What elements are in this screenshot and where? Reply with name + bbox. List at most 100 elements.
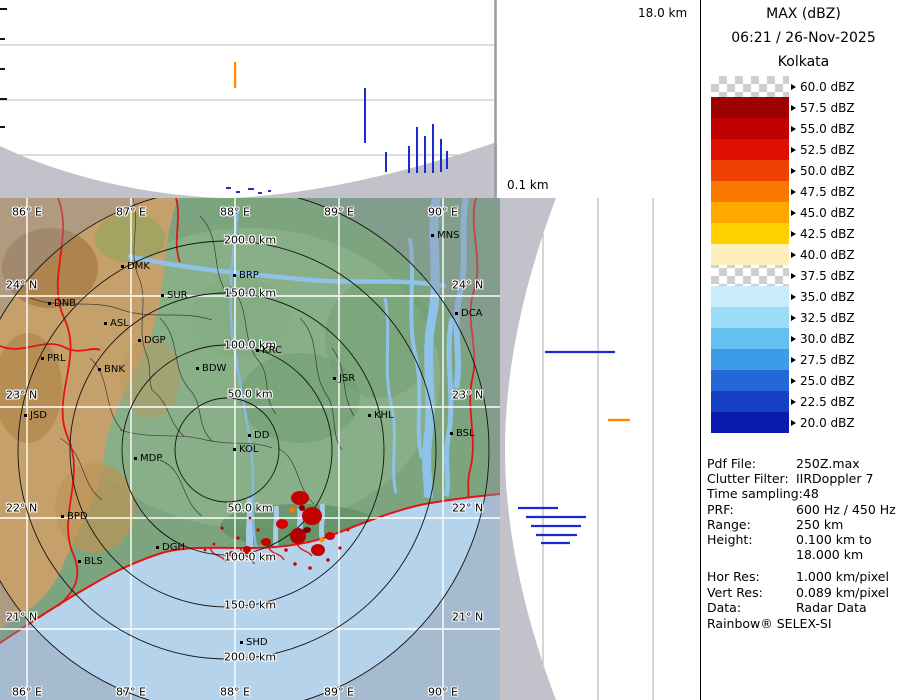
arrow-icon — [791, 252, 796, 258]
radar-display: 18.0 km 0.1 km — [0, 0, 906, 700]
legend-entry-label: 52.5 dBZ — [800, 143, 855, 157]
legend-entry: 25.0 dBZ — [791, 370, 855, 391]
info-key: Height: — [707, 532, 796, 547]
arrow-icon — [791, 147, 796, 153]
arrow-icon — [791, 294, 796, 300]
legend-entry: 55.0 dBZ — [791, 118, 855, 139]
info-rows: Pdf File:250Z.maxClutter Filter:IIRDoppl… — [707, 456, 903, 615]
legend-entry: 47.5 dBZ — [791, 181, 855, 202]
info-row: Height:0.100 km to — [707, 532, 903, 547]
info-value: Radar Data — [796, 600, 867, 615]
legend-entry: 40.0 dBZ — [791, 244, 855, 265]
top-projection-graphic — [0, 0, 497, 198]
legend-entry: 57.5 dBZ — [791, 97, 855, 118]
arrow-icon — [791, 210, 796, 216]
radar-map-graphic — [0, 198, 500, 700]
legend-entry: 35.0 dBZ — [791, 286, 855, 307]
info-value: 250Z.max — [796, 456, 860, 471]
right-projection-panel — [500, 198, 700, 700]
legend-swatch-column — [711, 76, 789, 433]
info-value: IIRDoppler 7 — [796, 471, 873, 486]
legend-entry-label: 40.0 dBZ — [800, 248, 855, 262]
info-key: Data: — [707, 600, 796, 615]
info-value: 0.089 km/pixel — [796, 585, 889, 600]
legend-swatch — [711, 265, 789, 286]
legend-entry: 52.5 dBZ — [791, 139, 855, 160]
legend-swatch — [711, 223, 789, 244]
info-key: Clutter Filter: — [707, 471, 796, 486]
legend-entry-label: 27.5 dBZ — [800, 353, 855, 367]
echo-column-orange — [234, 62, 236, 88]
arrow-icon — [791, 420, 796, 426]
legend-swatch — [711, 76, 789, 97]
arrow-icon — [791, 273, 796, 279]
arrow-icon — [791, 336, 796, 342]
info-key: PRF: — [707, 502, 796, 517]
map-panel: 86° E86° E87° E87° E88° E88° E89° E89° E… — [0, 198, 500, 700]
legend-entry-label: 22.5 dBZ — [800, 395, 855, 409]
legend-swatch — [711, 244, 789, 265]
info-value: 0.100 km to — [796, 532, 872, 547]
arrow-icon — [791, 357, 796, 363]
arrow-icon — [791, 168, 796, 174]
info-key: Range: — [707, 517, 796, 532]
arrow-icon — [791, 126, 796, 132]
legend-swatch — [711, 328, 789, 349]
brand-line: Rainbow® SELEX-SI — [707, 616, 832, 631]
arrow-icon — [791, 315, 796, 321]
arrow-icon — [791, 84, 796, 90]
legend-entry: 30.0 dBZ — [791, 328, 855, 349]
height-min-label: 0.1 km — [507, 178, 549, 192]
arrow-icon — [791, 105, 796, 111]
legend-swatch — [711, 139, 789, 160]
legend-entry: 60.0 dBZ — [791, 76, 855, 97]
legend-swatch — [711, 118, 789, 139]
legend-entry-label: 20.0 dBZ — [800, 416, 855, 430]
legend-entry: 22.5 dBZ — [791, 391, 855, 412]
height-max-label: 18.0 km — [638, 6, 687, 20]
legend-entry: 27.5 dBZ — [791, 349, 855, 370]
legend-entry-label: 25.0 dBZ — [800, 374, 855, 388]
legend-swatch — [711, 370, 789, 391]
arrow-icon — [791, 378, 796, 384]
legend-entry: 32.5 dBZ — [791, 307, 855, 328]
legend-entry-label: 50.0 dBZ — [800, 164, 855, 178]
legend-entry: 45.0 dBZ — [791, 202, 855, 223]
legend-entry: 37.5 dBZ — [791, 265, 855, 286]
info-row: Hor Res:1.000 km/pixel — [707, 569, 903, 584]
info-value: 600 Hz / 450 Hz — [796, 502, 896, 517]
legend-swatch — [711, 412, 789, 433]
legend-entry-label: 30.0 dBZ — [800, 332, 855, 346]
info-row: Data:Radar Data — [707, 600, 903, 615]
info-value: 18.000 km — [796, 547, 863, 562]
legend-entry-label: 45.0 dBZ — [800, 206, 855, 220]
info-value: 250 km — [796, 517, 843, 532]
legend-entry-label: 55.0 dBZ — [800, 122, 855, 136]
legend-entry: 20.0 dBZ — [791, 412, 855, 433]
legend-entry-label: 60.0 dBZ — [800, 80, 855, 94]
arrow-icon — [791, 189, 796, 195]
info-key: Time sampling:48 — [707, 486, 796, 501]
info-key: Hor Res: — [707, 569, 796, 584]
info-row: Range:250 km — [707, 517, 903, 532]
info-row: Time sampling:48 — [707, 486, 903, 501]
legend-label-column: 60.0 dBZ 57.5 dBZ 55.0 dBZ 52.5 dBZ 50.0 dBZ… — [791, 76, 855, 433]
legend-entry-label: 47.5 dBZ — [800, 185, 855, 199]
product-datetime: 06:21 / 26-Nov-2025 — [701, 24, 906, 48]
legend-swatch — [711, 349, 789, 370]
legend-entry-label: 42.5 dBZ — [800, 227, 855, 241]
info-row: 18.000 km — [707, 547, 903, 562]
legend-swatch — [711, 202, 789, 223]
arrow-icon — [791, 231, 796, 237]
legend-entry-label: 35.0 dBZ — [800, 290, 855, 304]
arrow-icon — [791, 399, 796, 405]
info-key: Pdf File: — [707, 456, 796, 471]
info-key: Vert Res: — [707, 585, 796, 600]
legend-entry: 42.5 dBZ — [791, 223, 855, 244]
legend-swatch — [711, 160, 789, 181]
right-projection-graphic — [500, 198, 700, 700]
info-row: Pdf File:250Z.max — [707, 456, 903, 471]
info-row: PRF:600 Hz / 450 Hz — [707, 502, 903, 517]
legend-entry: 50.0 dBZ — [791, 160, 855, 181]
legend-panel: MAX (dBZ) 06:21 / 26-Nov-2025 Kolkata 60… — [700, 0, 906, 700]
